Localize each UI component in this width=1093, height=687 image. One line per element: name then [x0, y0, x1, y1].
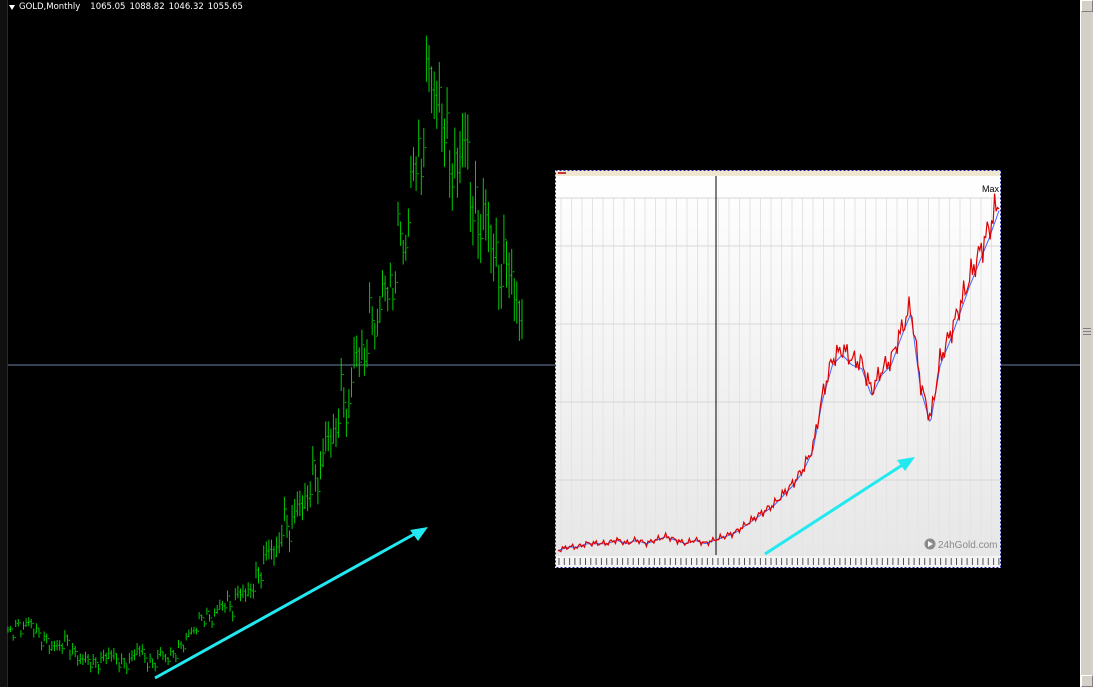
inset-top-bar: [555, 170, 1001, 176]
scroll-thumb-grip[interactable]: [1083, 328, 1091, 338]
play-circle-icon: [924, 538, 936, 550]
triangle-down-icon[interactable]: [9, 4, 15, 10]
price-chart-window[interactable]: GOLD,Monthly 1065.05 1088.82 1046.32 105…: [0, 0, 1080, 687]
open-value: 1065.05: [90, 2, 126, 12]
candle-series: [7, 35, 523, 675]
low-value: 1046.32: [168, 2, 204, 12]
inset-max-label: Max: [982, 184, 1000, 194]
trend-arrow-left: [154, 527, 428, 680]
inset-top-red-mark: [558, 172, 566, 174]
high-value: 1088.82: [129, 2, 165, 12]
scroll-down-button[interactable]: [1081, 675, 1093, 687]
inset-chart: Max 24hGold.com: [555, 170, 1001, 568]
inset-watermark: 24hGold.com: [938, 540, 997, 551]
scroll-up-button[interactable]: [1081, 0, 1093, 12]
inset-chart-image: Max 24hGold.com: [555, 170, 1001, 568]
chart-info-header: GOLD,Monthly 1065.05 1088.82 1046.32 105…: [9, 1, 247, 13]
symbol-label: GOLD,Monthly: [19, 2, 81, 12]
inset-xaxis-band: [555, 556, 1001, 568]
close-value: 1055.65: [207, 2, 243, 12]
vertical-scrollbar[interactable]: [1080, 0, 1093, 687]
